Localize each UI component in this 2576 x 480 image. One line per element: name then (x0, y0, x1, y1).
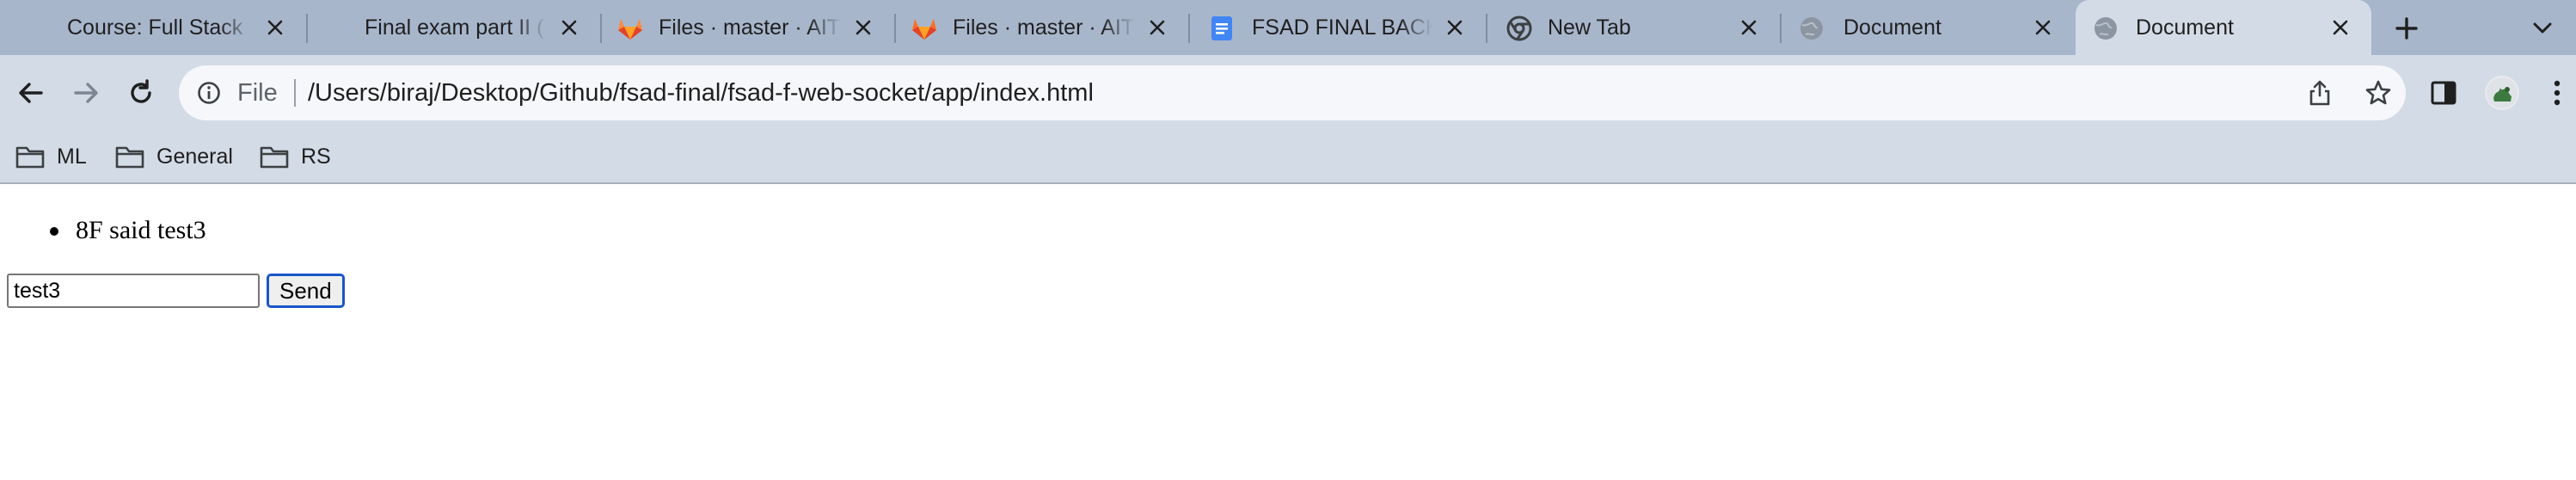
reload-button[interactable] (120, 72, 162, 114)
arrow-right-icon (74, 83, 98, 103)
tab-search-button[interactable] (2524, 10, 2561, 46)
bookmark-folder-ml[interactable]: ML (15, 139, 87, 174)
tab-document-active[interactable]: Document (2076, 0, 2371, 55)
tab-title: Document (1843, 15, 1941, 40)
profile-avatar[interactable] (2485, 76, 2519, 110)
close-icon[interactable] (557, 15, 581, 40)
bookmarks-bar: ML General RS (0, 131, 2576, 184)
tab-files-master-2[interactable]: Files · master · AIT (896, 0, 1188, 55)
tab-new-tab[interactable]: New Tab (1487, 0, 1780, 55)
tab-title: Course: Full Stack (67, 15, 243, 40)
bookmark-label: RS (301, 144, 331, 169)
globe-icon (1799, 15, 1825, 41)
bullet-icon (50, 227, 58, 236)
close-icon[interactable] (2031, 15, 2055, 40)
gitlab-icon (617, 15, 643, 41)
plus-icon (2395, 17, 2418, 40)
tab-title: New Tab (1548, 15, 1631, 40)
message-list: 8F said test3 (50, 215, 206, 246)
tab-final-exam[interactable]: Final exam part II ( (308, 0, 600, 55)
tab-files-master-1[interactable]: Files · master · AIT (602, 0, 894, 55)
tab-title: Files · master · AIT (953, 15, 1135, 40)
bookmark-folder-general[interactable]: General (115, 139, 233, 174)
folder-icon (260, 145, 289, 169)
omnibox-divider (294, 79, 296, 107)
docs-icon (1209, 15, 1235, 41)
close-icon[interactable] (1737, 15, 1761, 40)
folder-icon (115, 145, 144, 169)
tab-title: Final exam part II ( (365, 15, 544, 40)
tab-title: Document (2136, 15, 2234, 40)
gitlab-icon (911, 15, 937, 41)
address-bar[interactable]: File /Users/biraj/Desktop/Github/fsad-fi… (179, 65, 2406, 120)
info-icon[interactable] (196, 80, 222, 106)
chrome-icon (1506, 15, 1532, 41)
close-icon[interactable] (2328, 15, 2352, 40)
tab-course-full-stack[interactable]: Course: Full Stack (0, 0, 306, 55)
page-content: 8F said test3 Send (0, 184, 2576, 480)
bookmark-label: ML (57, 144, 87, 169)
browser-toolbar: File /Users/biraj/Desktop/Github/fsad-fi… (0, 55, 2576, 131)
tab-strip: Course: Full Stack Final exam part II ( … (0, 0, 2576, 55)
tab-title: FSAD FINAL BACK (1252, 15, 1432, 40)
menu-button[interactable] (2542, 76, 2573, 110)
url-text[interactable]: /Users/biraj/Desktop/Github/fsad-final/f… (308, 79, 1094, 107)
reload-icon (131, 79, 151, 103)
tab-title: Files · master · AIT (659, 15, 841, 40)
avatar-icon (2487, 77, 2518, 108)
back-button[interactable] (10, 72, 52, 114)
message-form: Send (7, 274, 345, 308)
scheme-label: File (237, 79, 278, 107)
message-text: 8F said test3 (76, 216, 206, 244)
share-icon[interactable] (2306, 79, 2334, 107)
kebab-menu-icon (2554, 80, 2561, 106)
close-icon[interactable] (1145, 15, 1169, 40)
tab-document-1[interactable]: Document (1782, 0, 2074, 55)
bookmark-folder-rs[interactable]: RS (260, 139, 331, 174)
bookmark-star-icon[interactable] (2363, 77, 2394, 108)
close-icon[interactable] (851, 15, 875, 40)
message-input[interactable] (7, 274, 260, 308)
list-item: 8F said test3 (50, 215, 206, 246)
bookmark-label: General (156, 144, 233, 169)
side-panel-icon (2431, 81, 2456, 105)
close-icon[interactable] (263, 15, 287, 40)
new-tab-button[interactable] (2389, 10, 2425, 46)
send-button[interactable]: Send (267, 274, 345, 308)
tab-fsad-final-back[interactable]: FSAD FINAL BACK (1190, 0, 1486, 55)
close-icon[interactable] (1443, 15, 1467, 40)
side-panel-button[interactable] (2426, 76, 2461, 110)
chevron-down-icon (2533, 22, 2552, 34)
arrow-left-icon (19, 83, 43, 103)
globe-icon (2093, 15, 2119, 41)
folder-icon (15, 145, 45, 169)
forward-button[interactable] (65, 72, 107, 114)
